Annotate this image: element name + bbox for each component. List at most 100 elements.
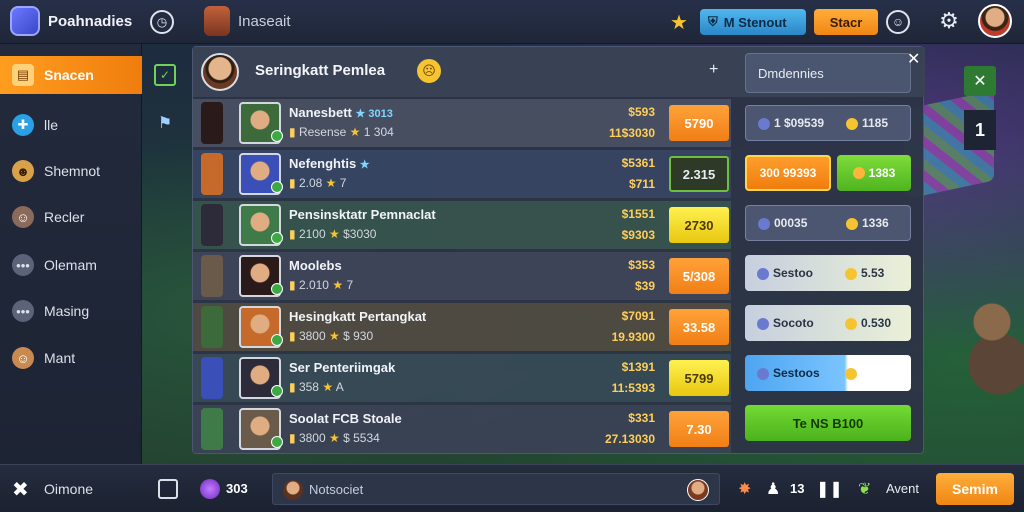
currency-pill-label: M Stenout	[723, 14, 787, 30]
player-name: Hesingkatt Pertangkat	[289, 309, 427, 324]
row-action-button[interactable]: 7.30	[669, 411, 729, 447]
emoji-icon[interactable]: ☹	[417, 59, 441, 83]
coin-icon: ▮	[289, 125, 296, 139]
panel-avatar[interactable]	[201, 53, 239, 91]
online-badge	[271, 283, 283, 295]
puzzle-icon: ✚	[12, 114, 34, 136]
store-button-label: Stacr	[829, 14, 863, 30]
row-side-thumb	[201, 204, 223, 246]
sidebar-item-label: lle	[44, 117, 59, 133]
gear-icon[interactable]: ⚙	[936, 8, 962, 34]
side-card[interactable]: 1 $09539 1185	[745, 105, 911, 141]
send-button[interactable]: Semim	[936, 473, 1014, 505]
side-card[interactable]: Sestoo 5.53	[745, 255, 911, 291]
player-name: Ser Penteriimgak	[289, 360, 396, 375]
friends-icon[interactable]: ☺	[886, 10, 910, 34]
side-card-label: Sestoo	[757, 266, 813, 280]
online-badge	[271, 232, 283, 244]
row-action-button[interactable]: 5790	[669, 105, 729, 141]
table-row[interactable]: Hesingkatt Pertangkat ▮ 3800 ★ $ 930 $70…	[193, 303, 731, 351]
app-logo[interactable]	[10, 6, 40, 36]
close-icon[interactable]: ✕	[907, 49, 920, 69]
panel-header: Seringkatt Pemlea ☹ + Dmdennies ✕	[193, 47, 925, 97]
sidebar-item-6[interactable]: ☺ Mant	[0, 339, 142, 377]
sidebar-item-1[interactable]: ✚ lle	[0, 106, 142, 144]
sidebar-item-5[interactable]: ••• Masing	[0, 292, 142, 330]
table-row[interactable]: Pensinsktatr Pemnaclat ▮ 2100 ★ $3030 $1…	[193, 201, 731, 249]
row-side-thumb	[201, 153, 223, 195]
online-badge	[271, 334, 283, 346]
pause-icon[interactable]: ❚❚	[816, 479, 843, 499]
table-row[interactable]: Nefenghtis ★ ▮ 2.08 ★ 7 $5361 $711 2.315	[193, 150, 731, 198]
table-row[interactable]: Nanesbett ★ 3013 ▮ Resense ★ 1 304 $593 …	[193, 99, 731, 147]
user-icon: ☺	[12, 347, 34, 369]
chat-bar[interactable]: Notsociet	[272, 473, 720, 505]
flame-icon[interactable]: ✸	[738, 479, 751, 499]
side-card-button[interactable]: Te NS B100	[745, 405, 911, 441]
app-subtitle: Inaseait	[238, 13, 291, 30]
online-badge	[271, 385, 283, 397]
chat-input[interactable]: Notsociet	[309, 482, 363, 497]
background-character	[964, 280, 1024, 400]
side-card[interactable]: 300 99393 1383	[745, 155, 911, 191]
side-card-value: 1185	[846, 116, 888, 130]
team-icon[interactable]: ♟	[766, 479, 780, 499]
coin-icon: ▮	[289, 278, 296, 292]
token-icon	[758, 117, 770, 130]
side-card[interactable]: Sestoos	[745, 355, 911, 391]
character-portrait[interactable]	[204, 6, 230, 36]
player-stats: ▮ 2100 ★ $3030	[289, 227, 377, 241]
leaf-icon[interactable]: ❦	[858, 479, 871, 499]
flag-icon[interactable]: ⚑	[154, 112, 176, 134]
sidebar-item-label: Recler	[44, 209, 85, 225]
table-row[interactable]: Ser Penteriimgak ▮ 358 ★ A $1391 11:5393…	[193, 354, 731, 402]
side-card-right[interactable]: 1383	[837, 155, 911, 191]
row-action-button[interactable]: 33.58	[669, 309, 729, 345]
row-side-thumb	[201, 408, 223, 450]
star-icon[interactable]: ★	[670, 10, 688, 35]
sidebar-item-2[interactable]: ☻ Shemnot	[0, 152, 142, 190]
token-icon	[757, 317, 769, 330]
star-icon: ★	[329, 227, 340, 241]
check-icon[interactable]: ✓	[154, 64, 176, 86]
sidebar-item-4[interactable]: ••• Olemam	[0, 246, 142, 284]
profile-avatar[interactable]	[978, 4, 1012, 38]
row-action-button[interactable]: 5/308	[669, 258, 729, 294]
coin-icon	[852, 167, 865, 179]
score-value: $331	[628, 411, 655, 425]
side-card-left[interactable]: 300 99393	[745, 155, 831, 191]
inventory-icon[interactable]	[158, 479, 178, 499]
side-card[interactable]: 00035 1336	[745, 205, 911, 241]
online-badge	[271, 181, 283, 193]
table-row[interactable]: Soolat FCB Stoale ▮ 3800 ★ $ 5534 $331 2…	[193, 405, 731, 453]
row-action-button[interactable]: 5799	[669, 360, 729, 396]
player-name: Moolebs	[289, 258, 342, 273]
chat-send-avatar[interactable]	[687, 479, 709, 501]
score-value: $593	[628, 105, 655, 119]
currency-pill[interactable]: ⛨ M Stenout	[700, 9, 806, 35]
x-icon[interactable]: ✕	[964, 66, 996, 96]
player-name: Nefenghtis ★	[289, 156, 370, 171]
clock-icon[interactable]: ◷	[150, 10, 174, 34]
token-icon	[757, 267, 769, 280]
row-action-button[interactable]: 2730	[669, 207, 729, 243]
row-side-thumb	[201, 357, 223, 399]
top-bar: Poahnadies ◷ Inaseait ★ ⛨ M Stenout Stac…	[0, 0, 1024, 44]
row-action-button[interactable]: 2.315	[669, 156, 729, 192]
side-card-value: 1336	[846, 216, 889, 230]
sidebar-item-0[interactable]: ▤ Snacen	[0, 56, 142, 94]
store-button[interactable]: Stacr	[814, 9, 878, 35]
player-stats: ▮ Resense ★ 1 304	[289, 125, 394, 139]
bottom-bar: ✖ Oimone 303 Notsociet ✸ ♟ 13 ❚❚ ❦ Avent…	[0, 464, 1024, 512]
counter-badge: 1	[964, 110, 996, 150]
plus-icon[interactable]: +	[709, 61, 718, 79]
table-row[interactable]: Moolebs ▮ 2.010 ★ 7 $353 $39 5/308	[193, 252, 731, 300]
coin-icon	[845, 367, 857, 380]
coin-icon: ▮	[289, 227, 296, 241]
side-card[interactable]: Socoto 0.530	[745, 305, 911, 341]
panel-right-header[interactable]: Dmdennies	[745, 53, 911, 93]
tools-icon[interactable]: ✖	[12, 477, 29, 502]
side-card-label: Socoto	[757, 316, 814, 330]
sidebar-item-3[interactable]: ☺ Recler	[0, 198, 142, 236]
coin-icon	[846, 217, 858, 230]
